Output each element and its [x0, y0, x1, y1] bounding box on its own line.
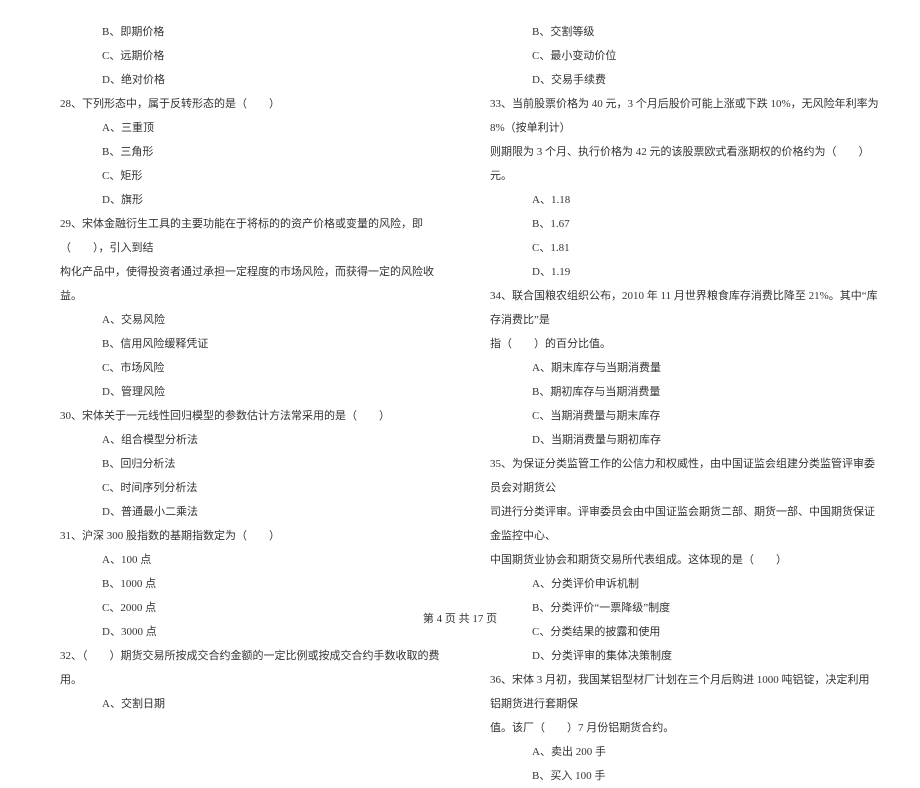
q29-option-c: C、市场风险: [60, 356, 450, 380]
q27-option-b: B、即期价格: [60, 20, 450, 44]
q35-option-b: B、分类评价“一票降级”制度: [490, 596, 880, 620]
q35-option-c: C、分类结果的披露和使用: [490, 620, 880, 644]
q34-option-b: B、期初库存与当期消费量: [490, 380, 880, 404]
q35-option-d: D、分类评审的集体决策制度: [490, 644, 880, 668]
q29-option-b: B、信用风险缓释凭证: [60, 332, 450, 356]
q32-option-a: A、交割日期: [60, 692, 450, 716]
q31-option-a: A、100 点: [60, 548, 450, 572]
q28-stem: 28、下列形态中，属于反转形态的是（ ）: [60, 92, 450, 116]
q31-option-b: B、1000 点: [60, 572, 450, 596]
q28-option-d: D、旗形: [60, 188, 450, 212]
q28-option-c: C、矩形: [60, 164, 450, 188]
q34-stem-line2: 指（ ）的百分比值。: [490, 332, 880, 356]
q29-option-d: D、管理风险: [60, 380, 450, 404]
q36-option-b: B、买入 100 手: [490, 764, 880, 788]
q27-option-c: C、远期价格: [60, 44, 450, 68]
q30-option-d: D、普通最小二乘法: [60, 500, 450, 524]
q28-option-a: A、三重顶: [60, 116, 450, 140]
q33-option-d: D、1.19: [490, 260, 880, 284]
q36-stem-line1: 36、宋体 3 月初，我国某铝型材厂计划在三个月后购进 1000 吨铝锭，决定利…: [490, 668, 880, 716]
q29-option-a: A、交易风险: [60, 308, 450, 332]
q32-stem: 32、（ ）期货交易所按成交合约金额的一定比例或按成交合约手数收取的费用。: [60, 644, 450, 692]
q30-option-b: B、回归分析法: [60, 452, 450, 476]
q27-option-d: D、绝对价格: [60, 68, 450, 92]
q34-option-c: C、当期消费量与期末库存: [490, 404, 880, 428]
q36-option-a: A、卖出 200 手: [490, 740, 880, 764]
q33-option-c: C、1.81: [490, 236, 880, 260]
q32-option-d: D、交易手续费: [490, 68, 880, 92]
q29-stem-line2: 构化产品中，使得投资者通过承担一定程度的市场风险，而获得一定的风险收益。: [60, 260, 450, 308]
q33-stem-line1: 33、当前股票价格为 40 元，3 个月后股价可能上涨或下跌 10%，无风险年利…: [490, 92, 880, 140]
q30-option-c: C、时间序列分析法: [60, 476, 450, 500]
q33-option-a: A、1.18: [490, 188, 880, 212]
q32-option-c: C、最小变动价位: [490, 44, 880, 68]
q35-option-a: A、分类评价申诉机制: [490, 572, 880, 596]
q31-stem: 31、沪深 300 股指数的基期指数定为（ ）: [60, 524, 450, 548]
q34-stem-line1: 34、联合国粮农组织公布，2010 年 11 月世界粮食库存消费比降至 21%。…: [490, 284, 880, 332]
q29-stem-line1: 29、宋体金融衍生工具的主要功能在于将标的的资产价格或变量的风险，即（ ），引入…: [60, 212, 450, 260]
q34-option-d: D、当期消费量与期初库存: [490, 428, 880, 452]
q35-stem-line1: 35、为保证分类监管工作的公信力和权威性，由中国证监会组建分类监管评审委员会对期…: [490, 452, 880, 500]
q36-stem-line2: 值。该厂（ ）7 月份铝期货合约。: [490, 716, 880, 740]
q34-option-a: A、期末库存与当期消费量: [490, 356, 880, 380]
q33-option-b: B、1.67: [490, 212, 880, 236]
q33-stem-line2: 则期限为 3 个月、执行价格为 42 元的该股票欧式看涨期权的价格约为（ ）元。: [490, 140, 880, 188]
q30-option-a: A、组合模型分析法: [60, 428, 450, 452]
q32-option-b: B、交割等级: [490, 20, 880, 44]
q31-option-c: C、2000 点: [60, 596, 450, 620]
q31-option-d: D、3000 点: [60, 620, 450, 644]
q35-stem-line2: 司进行分类评审。评审委员会由中国证监会期货二部、期货一部、中国期货保证金监控中心…: [490, 500, 880, 548]
q30-stem: 30、宋体关于一元线性回归模型的参数估计方法常采用的是（ ）: [60, 404, 450, 428]
q35-stem-line3: 中国期货业协会和期货交易所代表组成。这体现的是（ ）: [490, 548, 880, 572]
q28-option-b: B、三角形: [60, 140, 450, 164]
